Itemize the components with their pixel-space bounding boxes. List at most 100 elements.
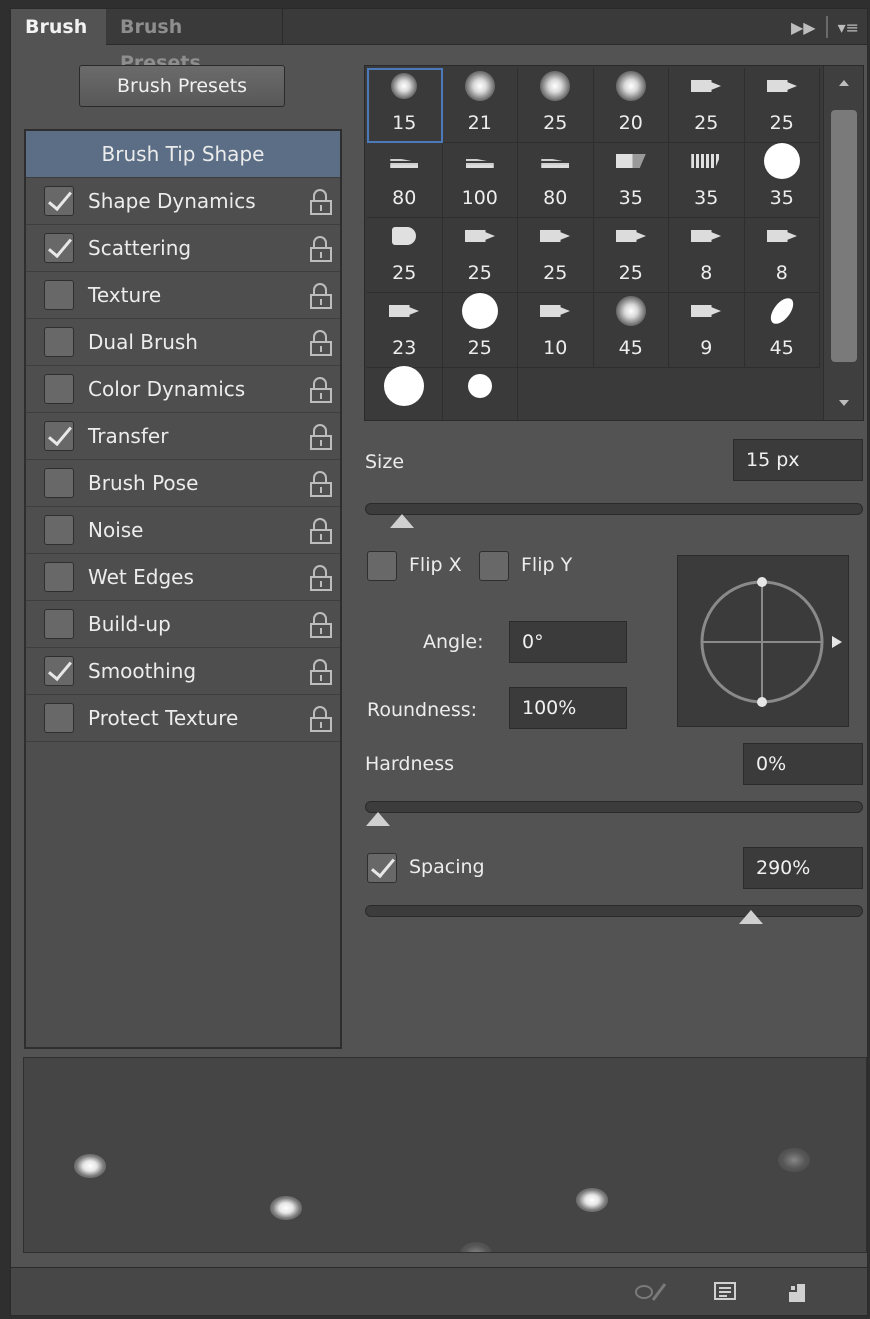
option-wet-edges[interactable]: Wet Edges bbox=[26, 554, 340, 601]
grid-icon[interactable] bbox=[713, 1280, 739, 1304]
noise-checkbox[interactable] bbox=[44, 515, 74, 545]
brush-tip-cell[interactable]: 100 bbox=[442, 143, 518, 218]
scroll-thumb[interactable] bbox=[831, 110, 857, 362]
lock-icon[interactable] bbox=[310, 189, 332, 215]
lock-icon[interactable] bbox=[310, 659, 332, 685]
tip-scrollbar[interactable] bbox=[823, 66, 863, 420]
brush-tip-cell[interactable]: 80 bbox=[367, 143, 443, 218]
brush-tip-cell[interactable]: 15 bbox=[367, 68, 443, 143]
dual-brush-checkbox[interactable] bbox=[44, 327, 74, 357]
option-noise[interactable]: Noise bbox=[26, 507, 340, 554]
lock-icon[interactable] bbox=[310, 424, 332, 450]
option-build-up[interactable]: Build-up bbox=[26, 601, 340, 648]
option-label: Brush Pose bbox=[88, 471, 199, 495]
brush-tip-cell[interactable]: 9 bbox=[669, 293, 745, 368]
brush-tip-cell[interactable]: 25 bbox=[518, 218, 594, 293]
panel-menu-icon[interactable]: ▾≡ bbox=[838, 18, 859, 37]
brush-pose-checkbox[interactable] bbox=[44, 468, 74, 498]
build-up-checkbox[interactable] bbox=[44, 609, 74, 639]
smoothing-checkbox[interactable] bbox=[44, 656, 74, 686]
brush-tip-cell[interactable]: 25 bbox=[593, 218, 669, 293]
brush-tip-cell[interactable]: 23 bbox=[367, 293, 443, 368]
brush-tip-cell[interactable]: 20 bbox=[593, 68, 669, 143]
scroll-down-icon[interactable] bbox=[839, 400, 849, 406]
brush-tip-cell[interactable]: 45 bbox=[744, 293, 820, 368]
color-dynamics-checkbox[interactable] bbox=[44, 374, 74, 404]
option-shape-dynamics[interactable]: Shape Dynamics bbox=[26, 178, 340, 225]
size-slider[interactable] bbox=[365, 503, 863, 528]
scroll-up-icon[interactable] bbox=[839, 80, 849, 86]
option-smoothing[interactable]: Smoothing bbox=[26, 648, 340, 695]
brush-tip-cell[interactable]: 21 bbox=[442, 68, 518, 143]
brush-tip-picker: 15 21 25 20 25 25 80 100 80 35 35 35 25 25 25 25 8 8 23 25 1… bbox=[364, 65, 864, 421]
transfer-checkbox[interactable] bbox=[44, 421, 74, 451]
angle-field[interactable]: 0° bbox=[509, 621, 627, 663]
lock-icon[interactable] bbox=[310, 706, 332, 732]
brush-tip-marker-icon bbox=[464, 230, 495, 242]
lock-icon[interactable] bbox=[310, 565, 332, 591]
option-label: Smoothing bbox=[88, 659, 197, 683]
roundness-field[interactable]: 100% bbox=[509, 687, 627, 729]
brush-tip-size: 25 bbox=[467, 337, 492, 359]
option-brush-tip-shape[interactable]: Brush Tip Shape bbox=[26, 131, 340, 178]
new-preset-icon[interactable] bbox=[785, 1280, 811, 1304]
brush-tip-size: 45 bbox=[618, 337, 643, 359]
hardness-slider[interactable] bbox=[365, 801, 863, 826]
lock-icon[interactable] bbox=[310, 283, 332, 309]
spacing-slider[interactable] bbox=[365, 905, 863, 924]
option-dual-brush[interactable]: Dual Brush bbox=[26, 319, 340, 366]
brush-tip-cell[interactable]: 25 bbox=[744, 68, 820, 143]
brush-tip-cell[interactable]: 10 bbox=[518, 293, 594, 368]
brush-tip-cell[interactable]: 25 bbox=[442, 218, 518, 293]
lock-icon[interactable] bbox=[310, 236, 332, 262]
brush-tip-cell[interactable]: 25 bbox=[367, 218, 443, 293]
tab-brush[interactable]: Brush bbox=[11, 9, 106, 45]
wet-edges-checkbox[interactable] bbox=[44, 562, 74, 592]
brush-tip-cell[interactable]: 35 bbox=[669, 143, 745, 218]
brush-tip-marker-icon bbox=[691, 230, 722, 242]
option-protect-texture[interactable]: Protect Texture bbox=[26, 695, 340, 742]
brush-tip-cell[interactable]: 8 bbox=[669, 218, 745, 293]
size-slider-thumb[interactable] bbox=[389, 514, 414, 528]
brush-tip-cell[interactable]: 35 bbox=[744, 143, 820, 218]
brush-tip-cell[interactable]: 45 bbox=[593, 293, 669, 368]
brush-tip-cell[interactable]: 8 bbox=[744, 218, 820, 293]
spacing-checkbox[interactable] bbox=[367, 853, 397, 883]
spacing-field[interactable]: 290% bbox=[743, 847, 863, 889]
brush-presets-button[interactable]: Brush Presets bbox=[79, 65, 285, 107]
option-scattering[interactable]: Scattering bbox=[26, 225, 340, 272]
hardness-field[interactable]: 0% bbox=[743, 743, 863, 785]
hardness-slider-thumb[interactable] bbox=[366, 812, 390, 826]
lock-icon[interactable] bbox=[310, 518, 332, 544]
fast-forward-icon[interactable]: ▶▶ bbox=[791, 18, 816, 37]
tab-brush-presets[interactable]: Brush Presets bbox=[106, 9, 283, 74]
lock-icon[interactable] bbox=[310, 330, 332, 356]
brush-toggle-icon[interactable] bbox=[633, 1280, 667, 1304]
brush-tip-cell[interactable] bbox=[367, 366, 443, 420]
size-field[interactable]: 15 px bbox=[733, 439, 863, 481]
shape-dynamics-checkbox[interactable] bbox=[44, 186, 74, 216]
option-transfer[interactable]: Transfer bbox=[26, 413, 340, 460]
flip-x-checkbox[interactable] bbox=[367, 551, 397, 581]
flip-y-checkbox[interactable] bbox=[479, 551, 509, 581]
brush-tip-cell[interactable] bbox=[443, 368, 518, 420]
option-texture[interactable]: Texture bbox=[26, 272, 340, 319]
spacing-slider-thumb[interactable] bbox=[738, 910, 763, 924]
option-brush-pose[interactable]: Brush Pose bbox=[26, 460, 340, 507]
texture-checkbox[interactable] bbox=[44, 280, 74, 310]
protect-texture-checkbox[interactable] bbox=[44, 703, 74, 733]
brush-tip-cell[interactable]: 25 bbox=[518, 68, 594, 143]
brush-tip-cell[interactable]: 80 bbox=[518, 143, 594, 218]
lock-icon[interactable] bbox=[310, 471, 332, 497]
lock-icon[interactable] bbox=[310, 377, 332, 403]
divider bbox=[825, 16, 828, 38]
brush-tip-cell[interactable]: 25 bbox=[669, 68, 745, 143]
scattering-checkbox[interactable] bbox=[44, 233, 74, 263]
brush-tip-cell[interactable]: 25 bbox=[442, 293, 518, 368]
brush-tip-cell[interactable]: 35 bbox=[593, 143, 669, 218]
brush-tip-size: 45 bbox=[769, 337, 794, 359]
option-color-dynamics[interactable]: Color Dynamics bbox=[26, 366, 340, 413]
brush-tip-bristle-icon bbox=[541, 156, 570, 168]
angle-roundness-widget[interactable] bbox=[677, 555, 849, 727]
lock-icon[interactable] bbox=[310, 612, 332, 638]
